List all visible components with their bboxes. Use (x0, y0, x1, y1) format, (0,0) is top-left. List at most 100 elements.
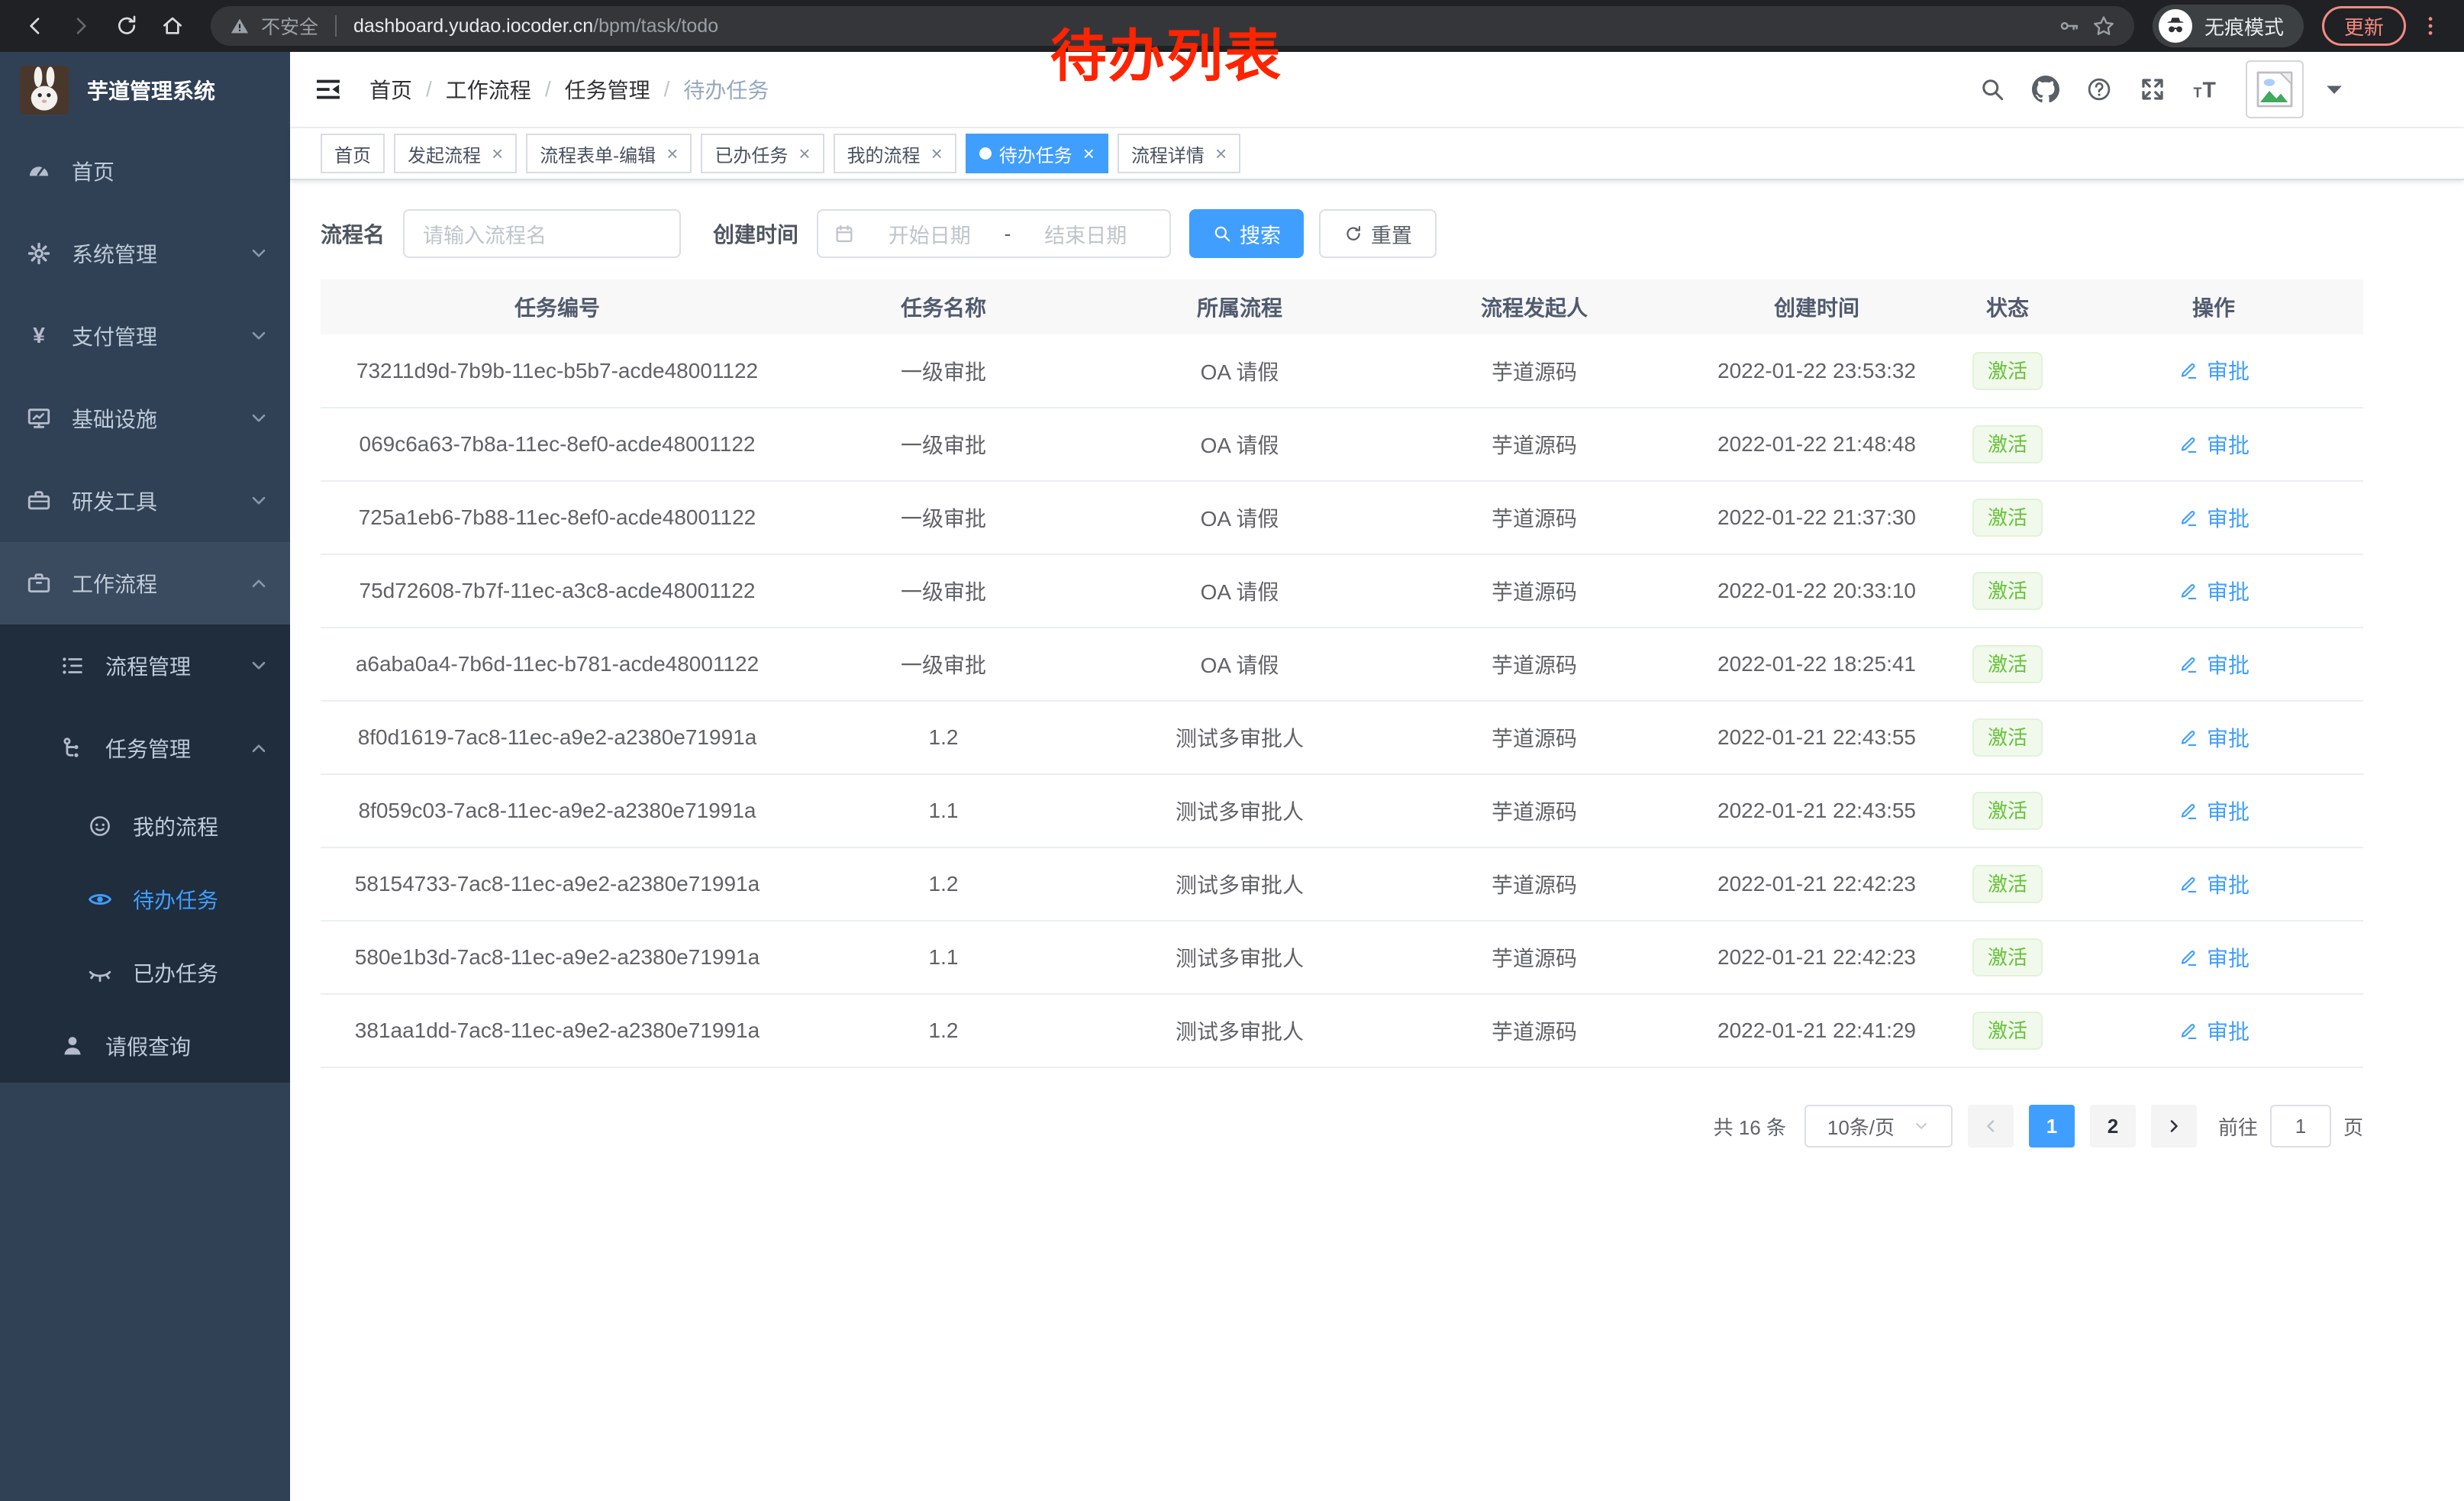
end-date-placeholder[interactable]: 结束日期 (1018, 219, 1155, 249)
sidebar-item-请假查询[interactable]: 请假查询 (0, 1009, 290, 1083)
font-size-icon[interactable] (2192, 76, 2220, 103)
approve-link[interactable]: 审批 (2178, 942, 2250, 973)
status-badge: 激活 (1972, 792, 2043, 830)
cell-process: OA 请假 (1093, 334, 1386, 408)
goto-page-input[interactable]: 1 (2270, 1105, 2331, 1148)
cell-created: 2022-01-22 21:37:30 (1682, 481, 1951, 554)
approve-link[interactable]: 审批 (2178, 502, 2250, 533)
search-icon[interactable] (1979, 76, 2006, 103)
goto-label: 前往 (2218, 1112, 2258, 1141)
sidebar-item-待办任务[interactable]: 待办任务 (0, 863, 290, 936)
tab-待办任务[interactable]: 待办任务× (966, 134, 1108, 173)
cell-id: 381aa1dd-7ac8-11ec-a9e2-a2380e71991a (321, 994, 794, 1067)
column-header: 所属流程 (1093, 279, 1386, 334)
sidebar-item-我的流程[interactable]: 我的流程 (0, 789, 290, 863)
browser-update-button[interactable]: 更新 (2322, 6, 2406, 46)
approve-link[interactable]: 审批 (2178, 355, 2250, 386)
status-badge: 激活 (1972, 938, 2043, 976)
page-button-1[interactable]: 1 (2029, 1105, 2075, 1148)
face-icon (87, 813, 113, 839)
cell-process: 测试多审批人 (1093, 994, 1386, 1067)
cell-status: 激活 (1951, 628, 2064, 701)
sidebar-item-任务管理[interactable]: 任务管理 (0, 707, 290, 789)
breadcrumb-item[interactable]: 工作流程 (446, 74, 531, 105)
table-row: 75d72608-7b7f-11ec-a3c8-acde48001122一级审批… (321, 554, 2363, 628)
browser-reload-button[interactable] (107, 6, 147, 46)
sidebar-item-基础设施[interactable]: 基础设施 (0, 377, 290, 460)
prev-page-button[interactable] (1968, 1105, 2014, 1148)
search-button[interactable]: 搜索 (1189, 209, 1304, 258)
close-icon[interactable]: × (798, 144, 810, 163)
approve-link[interactable]: 审批 (2178, 722, 2250, 753)
cell-id: 580e1b3d-7ac8-11ec-a9e2-a2380e71991a (321, 921, 794, 994)
status-badge: 激活 (1972, 865, 2043, 903)
sidebar-item-label: 研发工具 (72, 486, 249, 516)
sidebar-item-支付管理[interactable]: 支付管理 (0, 295, 290, 377)
tab-我的流程[interactable]: 我的流程× (834, 134, 956, 173)
close-icon[interactable]: × (666, 144, 678, 163)
breadcrumb-separator: / (426, 77, 432, 102)
sidebar-item-工作流程[interactable]: 工作流程 (0, 542, 290, 625)
approve-link-label: 审批 (2207, 869, 2250, 899)
eye-closed-icon (87, 960, 113, 986)
tab-label: 流程表单-编辑 (540, 140, 656, 167)
browser-menu-button[interactable] (2412, 6, 2449, 46)
approve-link[interactable]: 审批 (2178, 576, 2250, 606)
browser-forward-button[interactable] (61, 6, 101, 46)
cell-created: 2022-01-21 22:43:55 (1682, 774, 1951, 847)
column-header: 任务编号 (321, 279, 794, 334)
total-count: 共 16 条 (1714, 1112, 1786, 1141)
page-button-2[interactable]: 2 (2090, 1105, 2136, 1148)
chevron-down-icon (1913, 1118, 1930, 1135)
close-icon[interactable]: × (1215, 144, 1227, 163)
sidebar-item-流程管理[interactable]: 流程管理 (0, 625, 290, 707)
sidebar-toggle-button[interactable] (290, 51, 366, 128)
start-date-placeholder[interactable]: 开始日期 (861, 219, 998, 249)
approve-link[interactable]: 审批 (2178, 429, 2250, 460)
fullscreen-icon[interactable] (2139, 76, 2166, 103)
chevron-down-icon (249, 326, 269, 346)
star-icon[interactable] (2091, 14, 2116, 38)
tab-流程详情[interactable]: 流程详情× (1118, 134, 1240, 173)
tab-发起流程[interactable]: 发起流程× (394, 134, 517, 173)
caret-down-icon[interactable] (2320, 76, 2348, 103)
approve-link[interactable]: 审批 (2178, 1015, 2250, 1046)
status-badge: 激活 (1972, 352, 2043, 390)
sidebar-item-系统管理[interactable]: 系统管理 (0, 212, 290, 295)
tab-已办任务[interactable]: 已办任务× (701, 134, 824, 173)
github-icon[interactable] (2032, 76, 2059, 103)
list-icon (60, 653, 85, 679)
tab-流程表单-编辑[interactable]: 流程表单-编辑 × (526, 134, 692, 173)
approve-link[interactable]: 审批 (2178, 649, 2250, 679)
browser-home-button[interactable] (153, 6, 192, 46)
close-icon[interactable]: × (1083, 144, 1095, 163)
process-name-input[interactable]: 请输入流程名 (403, 209, 681, 258)
chevron-up-icon (249, 573, 269, 593)
cell-name: 1.2 (794, 847, 1093, 921)
edit-icon (2178, 873, 2199, 895)
sidebar-item-label: 首页 (72, 156, 269, 186)
goto-suffix: 页 (2343, 1112, 2363, 1141)
cell-initiator: 芋道源码 (1386, 994, 1682, 1067)
cell-status: 激活 (1951, 554, 2064, 628)
close-icon[interactable]: × (492, 144, 503, 163)
browser-back-button[interactable] (15, 6, 55, 46)
breadcrumb-item[interactable]: 任务管理 (565, 74, 650, 105)
date-range-input[interactable]: 开始日期 - 结束日期 (817, 209, 1171, 258)
breadcrumb-item[interactable]: 首页 (369, 74, 412, 105)
reset-button[interactable]: 重置 (1319, 209, 1437, 258)
sidebar-item-研发工具[interactable]: 研发工具 (0, 460, 290, 542)
approve-link[interactable]: 审批 (2178, 869, 2250, 899)
edit-icon (2178, 360, 2199, 381)
help-icon[interactable] (2085, 76, 2113, 103)
tab-首页[interactable]: 首页 (321, 134, 385, 173)
page-size-select[interactable]: 10条/页 (1804, 1105, 1953, 1148)
sidebar-item-已办任务[interactable]: 已办任务 (0, 936, 290, 1009)
app-logo[interactable]: 芋道管理系统 (0, 52, 290, 128)
next-page-button[interactable] (2151, 1105, 2197, 1148)
approve-link[interactable]: 审批 (2178, 796, 2250, 826)
key-icon[interactable] (2058, 15, 2081, 37)
close-icon[interactable]: × (931, 144, 943, 163)
avatar[interactable] (2246, 60, 2304, 118)
sidebar-item-首页[interactable]: 首页 (0, 130, 290, 212)
